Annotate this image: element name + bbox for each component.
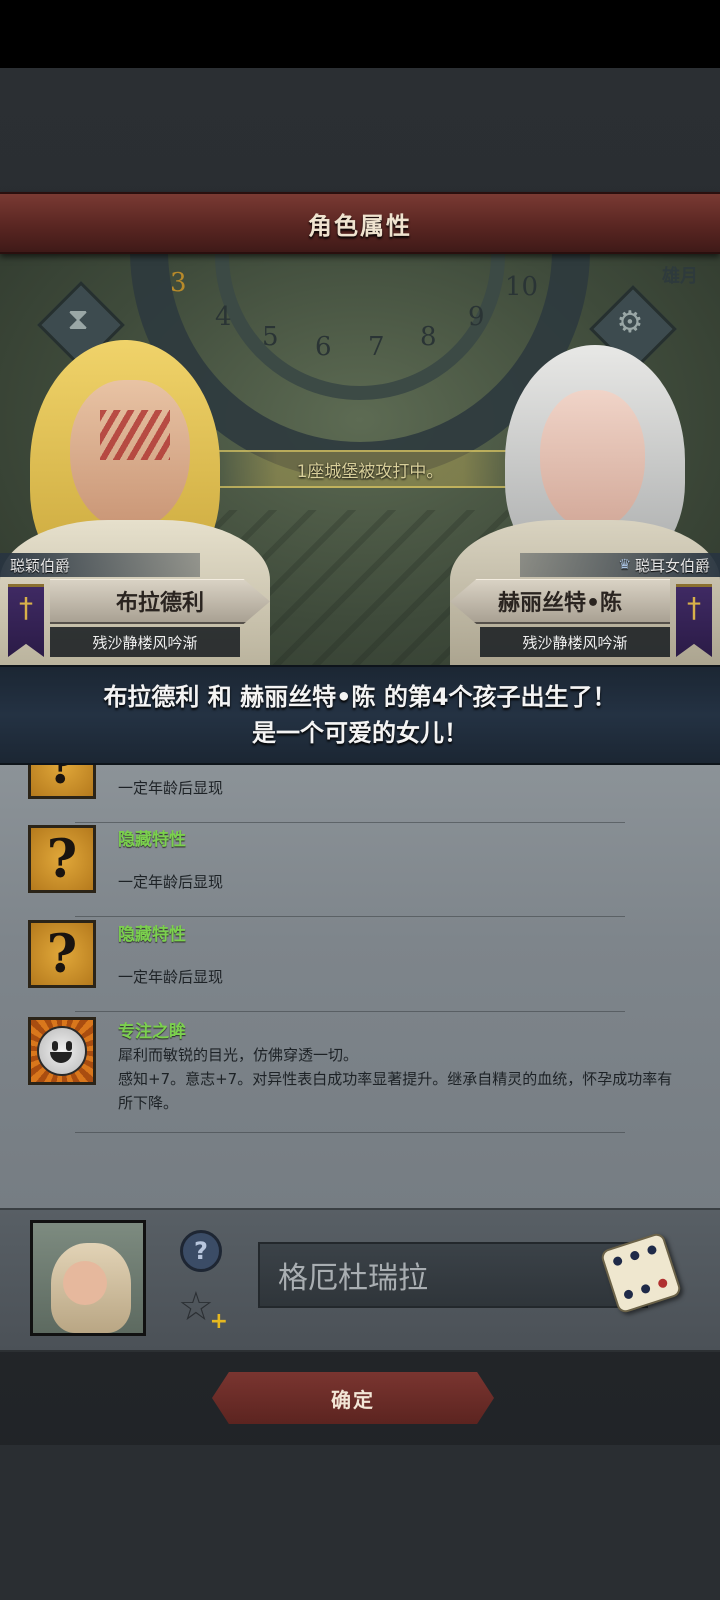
baby-naming-row: ? ☆ + 格厄杜瑞拉 (0, 1208, 720, 1352)
hourglass-icon: ⧗ (67, 302, 89, 337)
smiley-eye (66, 1041, 72, 1051)
mother-face (540, 390, 645, 530)
dice-pip (657, 1277, 669, 1289)
moon-label: 雄月 (662, 266, 698, 287)
trait-name: 隐藏特性 (118, 925, 186, 945)
star-icon: ☆ (178, 1284, 214, 1330)
dice-pip (639, 1283, 652, 1295)
trait-description: 一定年龄后显现 (118, 779, 224, 797)
divider (75, 1011, 625, 1012)
dice-pip (646, 1244, 658, 1256)
birth-announcement: 布拉德利 和 赫丽丝特•陈 的第4个孩子出生了！ 是一个可爱的女儿！ (0, 665, 720, 765)
father-house: 残沙静楼风吟渐 (50, 627, 240, 657)
trait-description: 一定年龄后显现 (118, 873, 224, 891)
dial-number: 4 (215, 302, 232, 332)
trait-description: 一定年龄后显现 (118, 968, 224, 986)
trait-list[interactable]: ? 一定年龄后显现 ? 隐藏特性 一定年龄后显现 ? 隐藏特性 一定年龄后显现 … (0, 763, 720, 1208)
announcement-line-1: 布拉德利 和 赫丽丝特•陈 的第4个孩子出生了！ (103, 683, 617, 711)
trait-item[interactable]: ? 一定年龄后显现 (0, 763, 720, 823)
title-bar: 角色属性 (0, 192, 720, 254)
mother-house: 残沙静楼风吟渐 (480, 627, 670, 657)
dice-pip (612, 1255, 624, 1267)
gear-icon: ⚙ (616, 305, 644, 340)
baby-face (63, 1261, 107, 1305)
mother-rank: ♛ 聪耳女伯爵 (520, 553, 720, 577)
baby-name-value: 格厄杜瑞拉 (278, 1261, 428, 1296)
dial-number: 7 (368, 332, 385, 362)
question-icon: ? (28, 920, 96, 988)
plus-icon: + (209, 1309, 228, 1334)
question-icon: ? (28, 825, 96, 893)
dice-pip (622, 1288, 635, 1301)
smiley-face (37, 1026, 87, 1076)
mother-name-plate[interactable]: 赫丽丝特•陈 (450, 579, 670, 624)
smiley-icon (28, 1017, 96, 1085)
sword-icon: † (687, 591, 701, 624)
father-rank-label: 聪颖伯爵 (10, 556, 71, 575)
smiley-mouth (50, 1052, 72, 1063)
divider (75, 1132, 625, 1133)
announcement-line-2: 是一个可爱的女儿！ (252, 719, 468, 747)
event-text: 1座城堡被攻打中。 (296, 461, 444, 482)
dice-pip (629, 1249, 641, 1262)
trait-item[interactable]: ? 隐藏特性 一定年龄后显现 (0, 916, 720, 1012)
father-warpaint (100, 410, 170, 460)
mother-rank-label: 聪耳女伯爵 (634, 556, 710, 575)
add-favorite-button[interactable]: ☆ + (178, 1284, 228, 1333)
baby-portrait (30, 1220, 146, 1336)
dial-number: 3 (170, 268, 187, 298)
mother-name: 赫丽丝特•陈 (497, 591, 623, 616)
sword-icon: † (19, 591, 33, 624)
dial-number: 6 (315, 332, 332, 362)
trait-name: 隐藏特性 (118, 830, 186, 850)
help-button[interactable]: ? (180, 1230, 222, 1272)
mother-house-label: 残沙静楼风吟渐 (522, 633, 628, 652)
page-title: 角色属性 (308, 211, 412, 240)
dial-number: 10 (505, 272, 539, 302)
father-house-label: 残沙静楼风吟渐 (92, 633, 198, 652)
confirm-label: 确定 (331, 1387, 375, 1412)
father-name: 布拉德利 (115, 591, 204, 616)
trait-item[interactable]: 专注之眸 犀利而敏锐的目光，仿佛穿透一切。 感知+7。意志+7。对异性表白成功率… (0, 1013, 720, 1133)
smiley-eye (52, 1041, 58, 1051)
question-icon: ? (28, 763, 96, 799)
baby-name-field[interactable]: 格厄杜瑞拉 (258, 1242, 648, 1308)
dial-number: 8 (420, 322, 437, 352)
trait-description: 犀利而敏锐的目光，仿佛穿透一切。 感知+7。意志+7。对异性表白成功率显著提升。… (118, 1046, 673, 1112)
bottom-area (0, 1445, 720, 1600)
father-name-plate[interactable]: 布拉德利 (50, 579, 270, 624)
trait-name: 专注之眸 (118, 1022, 186, 1042)
confirm-button[interactable]: 确定 (212, 1372, 494, 1424)
trait-item[interactable]: ? 隐藏特性 一定年龄后显现 (0, 821, 720, 917)
question-icon: ? (194, 1237, 208, 1265)
dial-number: 9 (468, 302, 485, 332)
crown-icon: ♛ (618, 557, 631, 573)
father-rank: 聪颖伯爵 (0, 553, 200, 577)
